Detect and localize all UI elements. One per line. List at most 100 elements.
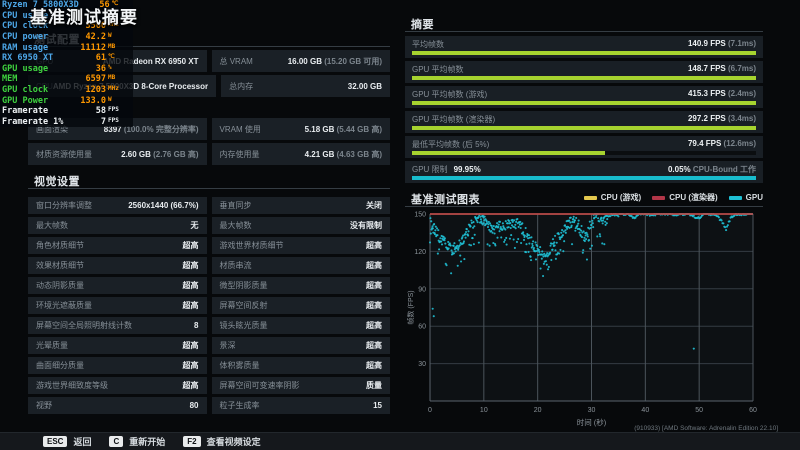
- summary-stat-head: GPU 平均帧数 148.7 FPS (6.7ms): [412, 64, 756, 75]
- gpu-data-point: [492, 225, 495, 228]
- gpu-data-point: [588, 220, 591, 223]
- setting-row: 窗口分辨率调整 2560x1440 (66.7%) 垂直同步 关闭: [28, 197, 390, 214]
- gpu-data-point: [508, 237, 511, 240]
- gpu-data-point: [595, 215, 598, 219]
- gpu-data-point: [524, 227, 527, 230]
- gpu-data-point: [551, 238, 555, 241]
- gpu-data-point: [601, 242, 604, 245]
- gpu-data-point: [551, 248, 554, 251]
- summary-bar-track: [412, 101, 756, 105]
- x-tick-label: 20: [534, 407, 542, 414]
- setting-row: 最大帧数 无 最大帧数 没有限制: [28, 217, 390, 234]
- setting-cell: 最大帧数 没有限制: [211, 217, 390, 234]
- gpu-data-point: [493, 228, 496, 231]
- keycap[interactable]: F2: [183, 436, 201, 447]
- gpu-data-point: [477, 241, 480, 244]
- osd-metric-label: MEM: [2, 74, 18, 85]
- gpu-data-point: [605, 222, 608, 225]
- gpu-data-point: [592, 226, 595, 229]
- setting-row: 游戏世界细致度等级 超高 屏幕空间可变速率阴影 质量: [28, 377, 390, 394]
- summary-stat-row: 最低平均帧数 (后 5%) 79.4 FPS (12.6ms): [405, 136, 763, 158]
- gpu-data-point: [527, 234, 531, 237]
- setting-value: 2560x1440 (66.7%): [128, 201, 199, 210]
- legend-label: CPU (渲染器): [669, 193, 718, 202]
- gpu-data-point: [570, 224, 573, 227]
- gpu-data-point: [435, 227, 439, 230]
- gpu-data-point: [522, 238, 526, 242]
- setting-value: 超高: [366, 281, 382, 290]
- key-hint-f2[interactable]: F2 查看视频设定: [183, 435, 261, 448]
- setting-cell: 屏幕空间全局照明射线计数 8: [28, 317, 207, 334]
- osd-metric-unit: MHz: [108, 85, 119, 93]
- gpu-data-point: [507, 226, 510, 229]
- gpu-data-point: [554, 234, 557, 237]
- gpu-data-point: [486, 243, 489, 246]
- summary-stat-head: 最低平均帧数 (后 5%) 79.4 FPS (12.6ms): [412, 139, 756, 150]
- gpu-data-point: [531, 242, 534, 245]
- gpu-data-point: [720, 219, 723, 222]
- gpu-data-point: [603, 243, 606, 246]
- gpu-data-point: [590, 224, 593, 227]
- gpu-data-point: [509, 227, 512, 230]
- gpu-data-point: [591, 219, 594, 222]
- gpu-data-point: [558, 252, 561, 255]
- keycap[interactable]: C: [109, 436, 124, 447]
- gpu-data-point: [583, 236, 586, 239]
- software-version-note: (910933) [AMD Software: Adrenalin Editio…: [634, 425, 778, 432]
- x-tick-label: 30: [588, 407, 596, 414]
- gpu-data-point: [601, 222, 604, 225]
- summary-stat-value: 140.9 FPS (7.1ms): [687, 39, 756, 48]
- gpu-data-point: [576, 224, 579, 227]
- gpu-data-point: [460, 260, 463, 263]
- osd-metric-value: 1203: [85, 85, 106, 96]
- gpu-data-point: [563, 240, 566, 243]
- osd-metric-label: Framerate: [2, 106, 49, 117]
- gpu-data-point: [467, 230, 470, 233]
- gpu-data-point: [547, 265, 550, 269]
- setting-cell: 角色材质细节 超高: [28, 237, 207, 254]
- gpu-data-point: [573, 219, 576, 222]
- summary-stat-row: GPU 平均帧数 (游戏) 415.3 FPS (2.4ms): [405, 86, 763, 108]
- gpu-data-point: [580, 224, 583, 228]
- gpu-data-point: [449, 244, 452, 247]
- summary-stat-head: GPU 平均帧数 (游戏) 415.3 FPS (2.4ms): [412, 89, 756, 100]
- setting-label: 粒子生成率: [219, 401, 260, 410]
- gpu-data-point: [546, 268, 550, 271]
- setting-label: 游戏世界细致度等级: [36, 381, 108, 390]
- x-tick-label: 60: [749, 407, 757, 414]
- osd-metric-value: 6597: [85, 74, 106, 85]
- gpu-data-point: [448, 242, 451, 245]
- gpu-data-point: [532, 240, 535, 243]
- keycap[interactable]: ESC: [43, 436, 68, 447]
- gpu-data-point: [447, 247, 450, 250]
- gpu-data-point: [586, 235, 589, 238]
- gpu-data-point: [504, 228, 507, 231]
- chart-legend: CPU (游戏) CPU (渲染器) GPU: [583, 192, 763, 203]
- legend-label: CPU (游戏): [600, 193, 642, 202]
- setting-label: 镜头眩光质量: [219, 321, 268, 330]
- gpu-data-point: [527, 250, 530, 254]
- legend-swatch: [728, 195, 742, 200]
- gpu-data-point: [581, 251, 584, 254]
- divider: [28, 188, 390, 189]
- gpu-data-point: [504, 220, 507, 223]
- gpu-data-point: [464, 236, 467, 239]
- setting-cell: 屏幕空间可变速率阴影 质量: [211, 377, 390, 394]
- legend-item: GPU: [728, 193, 763, 202]
- config-cell: VRAM 使用 5.18 GB (5.44 GB 高): [211, 118, 390, 140]
- setting-value: 超高: [366, 361, 382, 370]
- setting-cell: 粒子生成率 15: [211, 397, 390, 414]
- summary-stat-row: 平均帧数 140.9 FPS (7.1ms): [405, 36, 763, 58]
- gpu-data-point: [598, 220, 601, 223]
- gpu-data-point: [568, 219, 571, 222]
- divider: [405, 206, 763, 207]
- gpu-data-point: [498, 220, 502, 223]
- osd-metric-unit: W: [108, 95, 112, 103]
- key-hint-esc[interactable]: ESC 返回: [43, 435, 91, 448]
- summary-stat-label: GPU 平均帧数 (渲染器): [412, 115, 496, 124]
- x-tick-label: 10: [480, 407, 488, 414]
- key-hint-c[interactable]: C 重新开始: [109, 435, 165, 448]
- summary-bar-fill: [412, 176, 756, 180]
- osd-metric-value: 11112: [80, 42, 106, 53]
- setting-value: 8: [194, 321, 199, 330]
